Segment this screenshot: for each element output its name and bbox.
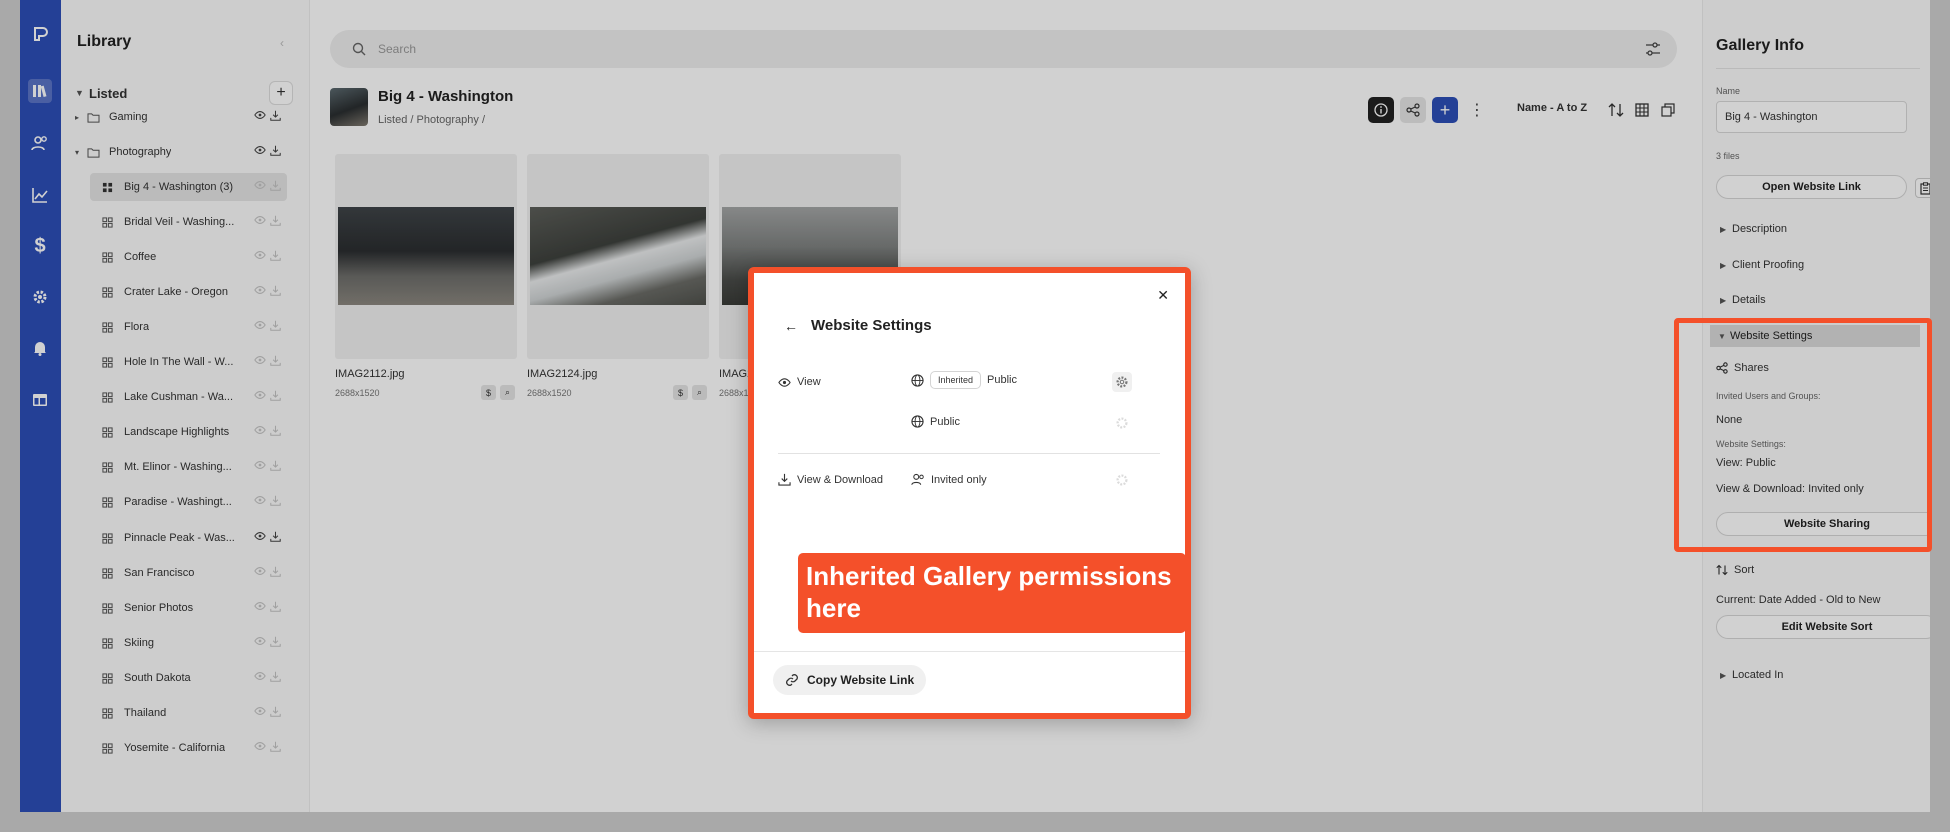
highlight-box: [1674, 318, 1932, 552]
users-icon: [911, 473, 924, 485]
view-download-label: View & Download: [797, 473, 884, 486]
gear-icon[interactable]: [1112, 372, 1132, 392]
view-permission-value: Inherited Public: [911, 371, 1017, 389]
eye-icon: [778, 377, 791, 387]
view-label: View: [797, 376, 821, 388]
annotation-callout: Inherited Gallery permissions here: [798, 553, 1186, 633]
modal-title: Website Settings: [811, 317, 932, 334]
view-alt-value: Public: [911, 415, 960, 428]
close-icon[interactable]: ✕: [1157, 287, 1169, 304]
divider: [754, 651, 1185, 652]
back-arrow-icon[interactable]: ←: [784, 318, 798, 334]
view-download-value: Invited only: [931, 473, 987, 486]
link-icon: [786, 674, 798, 686]
copy-website-link-button[interactable]: Copy Website Link: [773, 665, 927, 695]
gear-icon: [1112, 470, 1132, 490]
view-download-permission-label: View & Download: [778, 473, 883, 486]
globe-icon: [911, 415, 924, 428]
gear-icon: [1112, 413, 1132, 433]
inherited-badge: Inherited: [930, 371, 982, 389]
globe-icon: [911, 373, 924, 387]
copy-link-label: Copy Website Link: [807, 673, 915, 687]
divider: [778, 453, 1160, 454]
view-permission-label: View: [778, 376, 821, 388]
view-download-permission-value: Invited only: [911, 473, 987, 486]
view-value: Public: [987, 374, 1017, 386]
view-alt-label: Public: [930, 415, 960, 428]
download-icon: [778, 473, 791, 486]
website-settings-modal: ✕ ← Website Settings View Inherited Publ…: [748, 267, 1191, 719]
